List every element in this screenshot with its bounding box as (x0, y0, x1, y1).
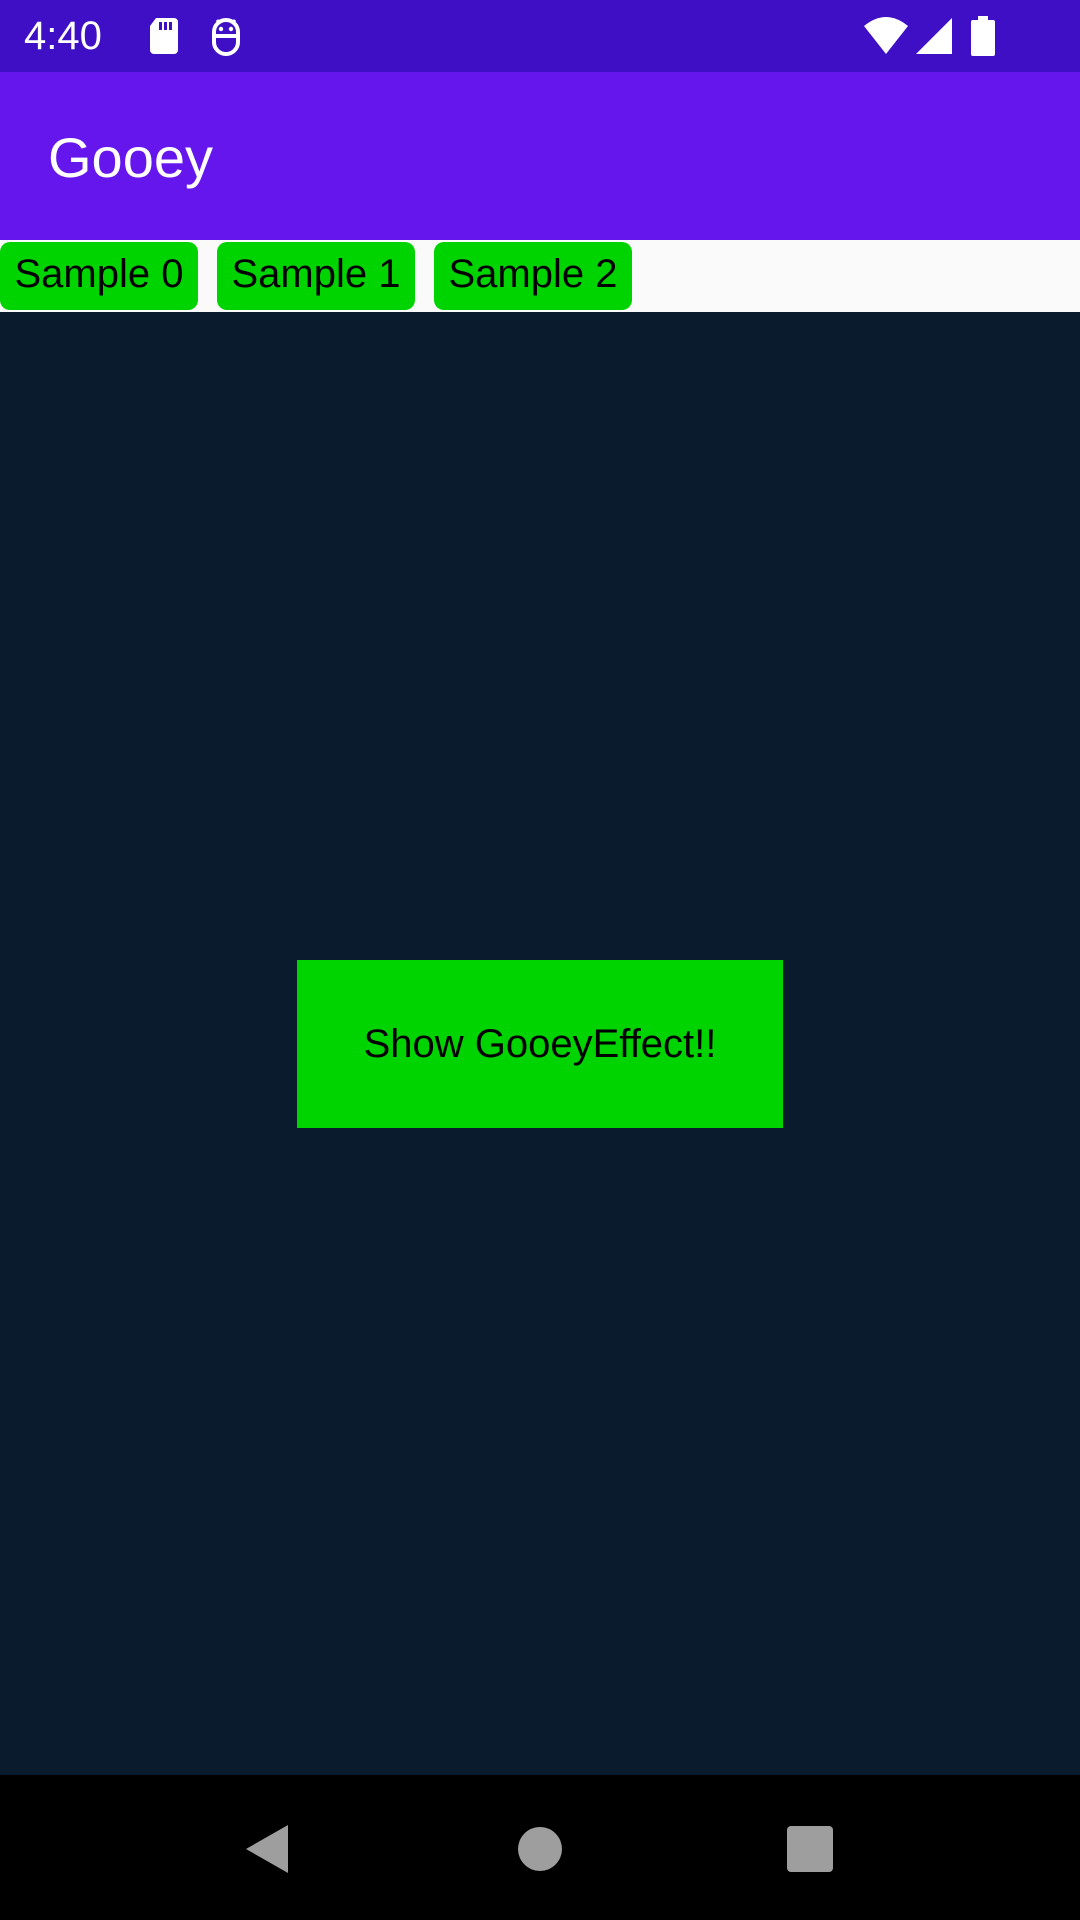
sample-0-button[interactable]: Sample 0 (0, 242, 198, 310)
recents-icon[interactable] (782, 1821, 838, 1877)
sample-2-button[interactable]: Sample 2 (434, 242, 632, 310)
sample-tab-strip: Sample 0 Sample 1 Sample 2 (0, 240, 1080, 312)
sample-1-button[interactable]: Sample 1 (217, 242, 415, 310)
home-icon[interactable] (512, 1821, 568, 1877)
back-icon[interactable] (240, 1821, 296, 1877)
content-area: Show GooeyEffect!! (0, 312, 1080, 1775)
status-bar: 4:40 (0, 0, 1080, 72)
navigation-bar (0, 1775, 1080, 1920)
app-bar: Gooey (0, 72, 1080, 240)
wifi-icon (862, 14, 910, 58)
android-debug-icon (204, 14, 248, 58)
signal-icon (912, 14, 956, 58)
app-title: Gooey (48, 126, 213, 189)
status-time: 4:40 (24, 14, 102, 58)
screen: 4:40 Gooey Sample 0 Sample 1 Sample 2 Sh… (0, 0, 1080, 1920)
sd-card-icon (142, 14, 186, 58)
show-gooey-effect-button[interactable]: Show GooeyEffect!! (297, 960, 783, 1128)
battery-icon (968, 14, 998, 58)
